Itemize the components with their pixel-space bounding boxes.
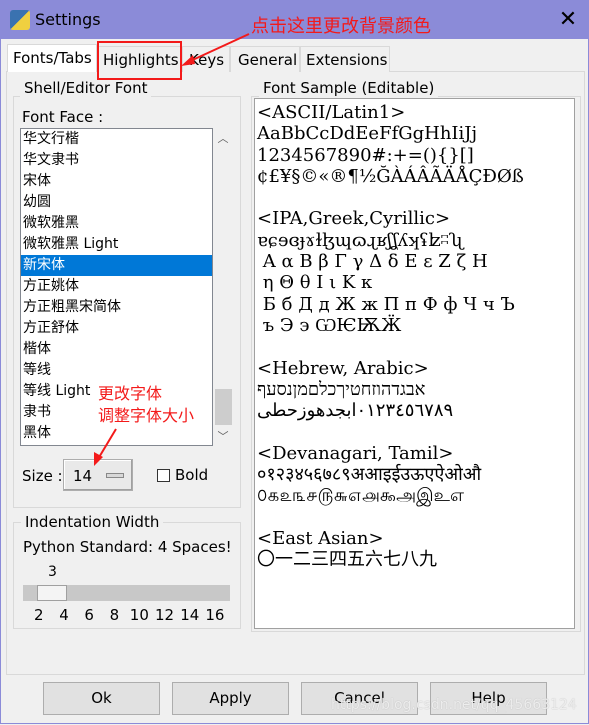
- arrowhead-icon: [181, 55, 195, 66]
- arrow-to-size: [97, 428, 117, 460]
- annotation-arrows: [94, 33, 250, 466]
- arrow-to-highlights: [185, 33, 250, 64]
